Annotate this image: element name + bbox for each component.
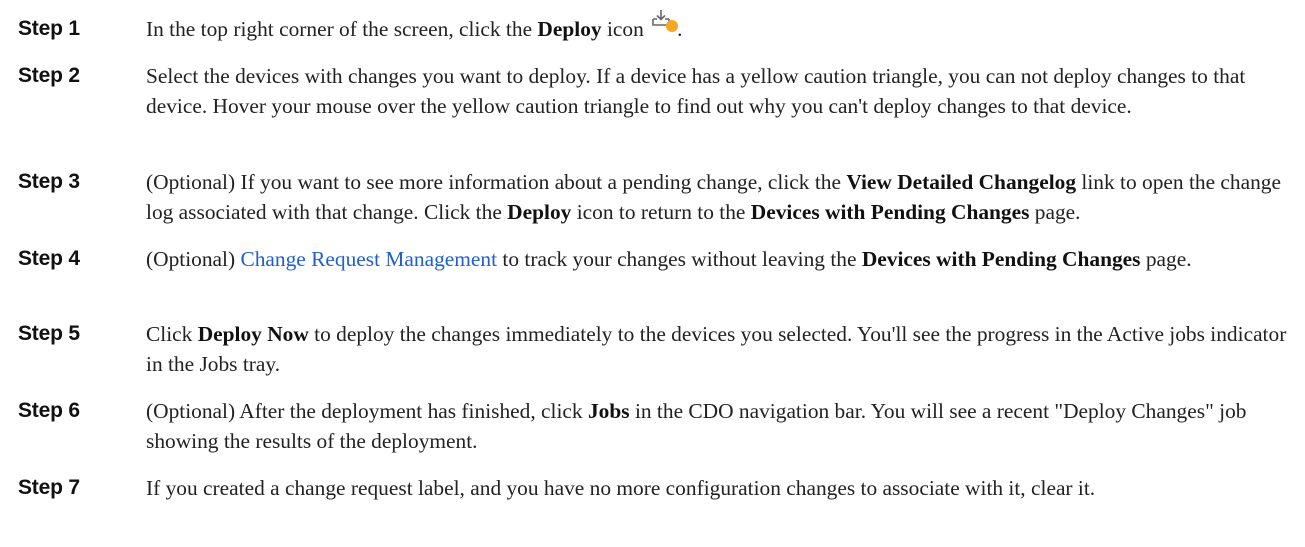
deploy-now-term: Deploy Now: [197, 322, 309, 346]
step-text-segment: page.: [1140, 247, 1192, 271]
step-text: (Optional) After the deployment has fini…: [146, 396, 1296, 456]
step-text: If you created a change request label, a…: [146, 476, 1096, 500]
jobs-term: Jobs: [587, 399, 630, 423]
step-label: Step 5: [18, 322, 80, 345]
step-text: Click Deploy Now to deploy the changes i…: [146, 319, 1296, 379]
step-text-segment: to track your changes without leaving th…: [497, 247, 862, 271]
step-text: (Optional) Change Request Management to …: [146, 244, 1296, 274]
step-text-segment: icon to return to the: [571, 200, 751, 224]
step-text-segment: In the top right corner of the screen, c…: [146, 17, 538, 41]
deploy-icon: [651, 10, 679, 38]
deploy-term: Deploy: [537, 17, 602, 41]
step-text-segment: (Optional) After the deployment has fini…: [146, 399, 588, 423]
step-text-segment: (Optional) If you want to see more infor…: [146, 170, 847, 194]
step-text: (Optional) If you want to see more infor…: [146, 167, 1296, 227]
step-text: In the top right corner of the screen, c…: [146, 10, 1296, 44]
step-text-segment: to deploy the changes immediately to the…: [146, 322, 1287, 376]
step-label: Step 7: [18, 476, 80, 499]
step-text-segment: Click: [146, 322, 198, 346]
change-request-management-link[interactable]: Change Request Management: [240, 247, 497, 271]
devices-with-pending-changes-term: Devices with Pending Changes: [750, 200, 1030, 224]
step-text-segment: icon: [601, 17, 650, 41]
step-text-segment: page.: [1029, 200, 1081, 224]
step-label: Step 6: [18, 399, 80, 422]
step-label: Step 3: [18, 170, 80, 193]
step-label: Step 1: [18, 17, 80, 40]
step-text: Select the devices with changes you want…: [146, 64, 1246, 118]
step-text-segment: (Optional): [146, 247, 241, 271]
devices-with-pending-changes-term: Devices with Pending Changes: [861, 247, 1141, 271]
step-label: Step 4: [18, 247, 80, 270]
deploy-term: Deploy: [507, 200, 572, 224]
view-detailed-changelog-term: View Detailed Changelog: [846, 170, 1077, 194]
step-label: Step 2: [18, 64, 80, 87]
